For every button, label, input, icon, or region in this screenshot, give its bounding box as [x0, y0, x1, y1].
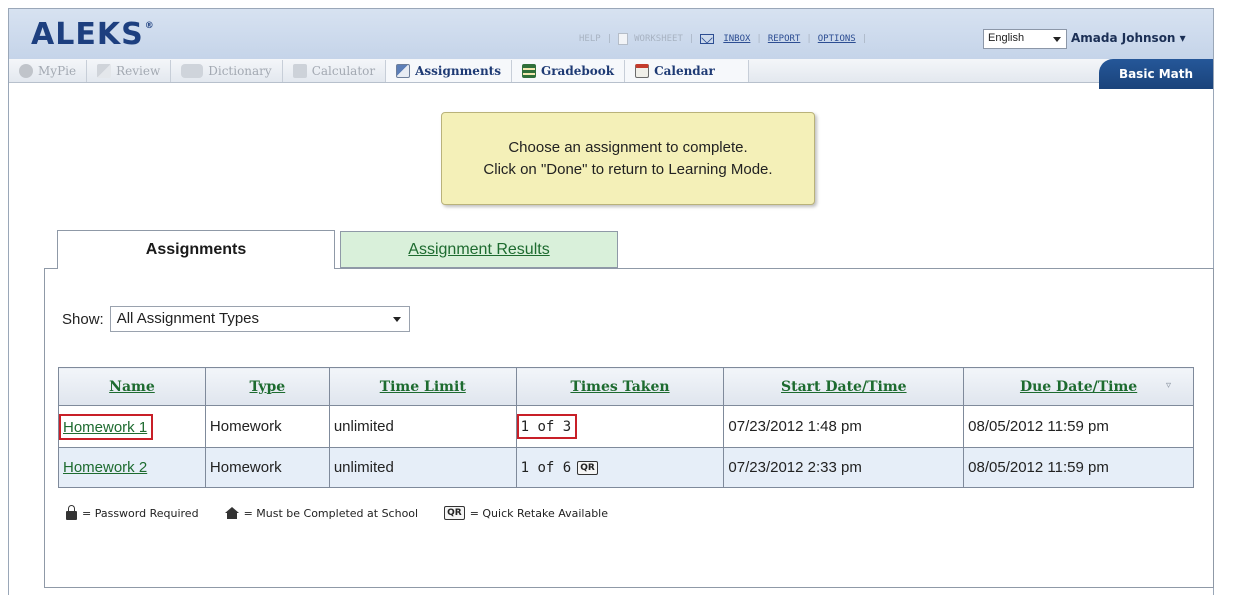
cell-times-taken: 1 of 3: [515, 405, 725, 448]
language-select[interactable]: English: [983, 29, 1067, 49]
cell-time-limit: unlimited: [328, 405, 517, 448]
chevron-down-icon: [1053, 37, 1061, 42]
calculator-icon: [292, 63, 307, 78]
calendar-icon: [635, 63, 650, 78]
top-links: HELP | WORKSHEET | INBOX | REPORT | OPTI…: [579, 33, 868, 45]
review-icon: [97, 63, 112, 78]
cell-type: Homework: [204, 447, 330, 488]
report-link[interactable]: REPORT: [768, 34, 801, 44]
assignment-filter: Show: All Assignment Types: [62, 306, 410, 332]
legend-quick-retake: QR = Quick Retake Available: [444, 506, 608, 520]
toolbar-calendar[interactable]: Calendar: [625, 59, 750, 82]
column-header-due-date[interactable]: Due Date/Time ▿: [963, 367, 1194, 406]
cell-name: Homework 1: [58, 405, 206, 448]
filter-value: All Assignment Types: [116, 310, 259, 327]
tooltip-line-1: Choose an assignment to complete.: [508, 138, 748, 156]
legend-school: = Must be Completed at School: [224, 507, 418, 520]
quick-retake-badge[interactable]: QR: [577, 461, 598, 476]
help-link[interactable]: HELP: [579, 34, 601, 44]
inbox-icon: [700, 34, 715, 44]
worksheet-icon: [618, 33, 629, 45]
cell-due-date: 08/05/2012 11:59 pm: [963, 405, 1194, 448]
user-menu[interactable]: Amada Johnson ▾: [1071, 31, 1186, 45]
column-header-time-limit[interactable]: Time Limit: [328, 367, 517, 406]
times-taken-value: 1 of 3: [516, 414, 578, 439]
lock-icon: [66, 504, 77, 520]
column-header-type[interactable]: Type: [204, 367, 330, 406]
course-tab[interactable]: Basic Math: [1099, 59, 1213, 89]
column-header-name[interactable]: Name: [58, 367, 206, 406]
tab-assignment-results[interactable]: Assignment Results: [340, 231, 618, 268]
assignment-link[interactable]: Homework 2: [63, 459, 147, 476]
legend: = Password Required = Must be Completed …: [66, 504, 634, 520]
options-link[interactable]: OPTIONS: [818, 34, 856, 44]
qr-icon: QR: [444, 506, 465, 520]
sort-icon[interactable]: ▿: [1166, 380, 1171, 391]
toolbar-dictionary[interactable]: Dictionary: [171, 59, 283, 82]
table-row: Homework 2 Homework unlimited 1 of 6 QR 0…: [58, 447, 1194, 488]
cell-type: Homework: [204, 405, 330, 448]
tooltip-line-2: Click on "Done" to return to Learning Mo…: [483, 160, 773, 178]
column-header-times-taken[interactable]: Times Taken: [515, 367, 725, 406]
tab-assignments[interactable]: Assignments: [57, 230, 335, 269]
app-header: ALEKS® HELP | WORKSHEET | INBOX | REPORT…: [9, 9, 1213, 59]
toolbar-gradebook[interactable]: Gradebook: [511, 59, 626, 82]
assignments-icon: [396, 63, 411, 78]
school-icon: [224, 507, 239, 519]
cell-start-date: 07/23/2012 2:33 pm: [723, 447, 965, 488]
cell-time-limit: unlimited: [328, 447, 517, 488]
table-row: Homework 1 Homework unlimited 1 of 3 07/…: [58, 405, 1194, 448]
gradebook-icon: [521, 63, 536, 78]
assignment-link[interactable]: Homework 1: [63, 419, 147, 436]
cell-due-date: 08/05/2012 11:59 pm: [963, 447, 1194, 488]
toolbar-calculator[interactable]: Calculator: [283, 59, 387, 82]
assignments-table: Name Type Time Limit Times Taken Start D…: [58, 367, 1194, 488]
assignment-type-select[interactable]: All Assignment Types: [109, 306, 410, 332]
toolbar-mypie[interactable]: MyPie: [9, 59, 88, 82]
language-value: English: [988, 32, 1025, 44]
table-header-row: Name Type Time Limit Times Taken Start D…: [58, 367, 1194, 406]
aleks-logo: ALEKS®: [31, 17, 155, 52]
inbox-link[interactable]: INBOX: [723, 34, 750, 44]
toolbar-review[interactable]: Review: [87, 59, 172, 82]
filter-label: Show:: [62, 310, 104, 328]
cell-start-date: 07/23/2012 1:48 pm: [723, 405, 965, 448]
pie-icon: [19, 63, 33, 78]
cell-name: Homework 2: [58, 447, 206, 488]
main-toolbar: MyPie Review Dictionary Calculator Assig…: [9, 59, 1213, 89]
dictionary-icon: [181, 63, 204, 78]
column-header-start-date[interactable]: Start Date/Time: [723, 367, 965, 406]
legend-password: = Password Required: [66, 504, 199, 520]
cell-times-taken: 1 of 6 QR: [515, 447, 725, 488]
times-taken-value: 1 of 6: [520, 460, 572, 476]
toolbar-assignments[interactable]: Assignments: [386, 59, 512, 82]
worksheet-link[interactable]: WORKSHEET: [634, 34, 683, 44]
chevron-down-icon: [392, 317, 401, 322]
instruction-tooltip: Choose an assignment to complete. Click …: [441, 112, 815, 205]
